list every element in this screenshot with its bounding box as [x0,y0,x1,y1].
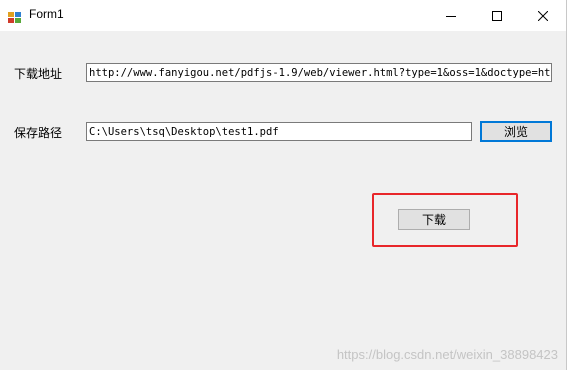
save-path-input[interactable]: C:\Users\tsq\Desktop\test1.pdf [86,122,472,141]
app-window: Form1 下载地址 http://www.fanyigou.net/pdfjs… [0,0,567,370]
download-url-input[interactable]: http://www.fanyigou.net/pdfjs-1.9/web/vi… [86,63,552,82]
close-icon [537,6,549,25]
download-url-label: 下载地址 [14,67,63,81]
minimize-button[interactable] [428,0,474,31]
maximize-icon [492,6,502,25]
minimize-icon [446,6,456,25]
winforms-app-icon [8,9,22,23]
browse-button[interactable]: 浏览 [480,121,552,142]
highlight-box [372,193,518,247]
watermark: https://blog.csdn.net/weixin_38898423 [336,347,558,362]
window-title: Form1 [29,7,64,21]
maximize-button[interactable] [474,0,520,31]
title-bar[interactable]: Form1 [0,0,566,31]
save-path-label: 保存路径 [14,126,63,140]
close-button[interactable] [520,0,566,31]
